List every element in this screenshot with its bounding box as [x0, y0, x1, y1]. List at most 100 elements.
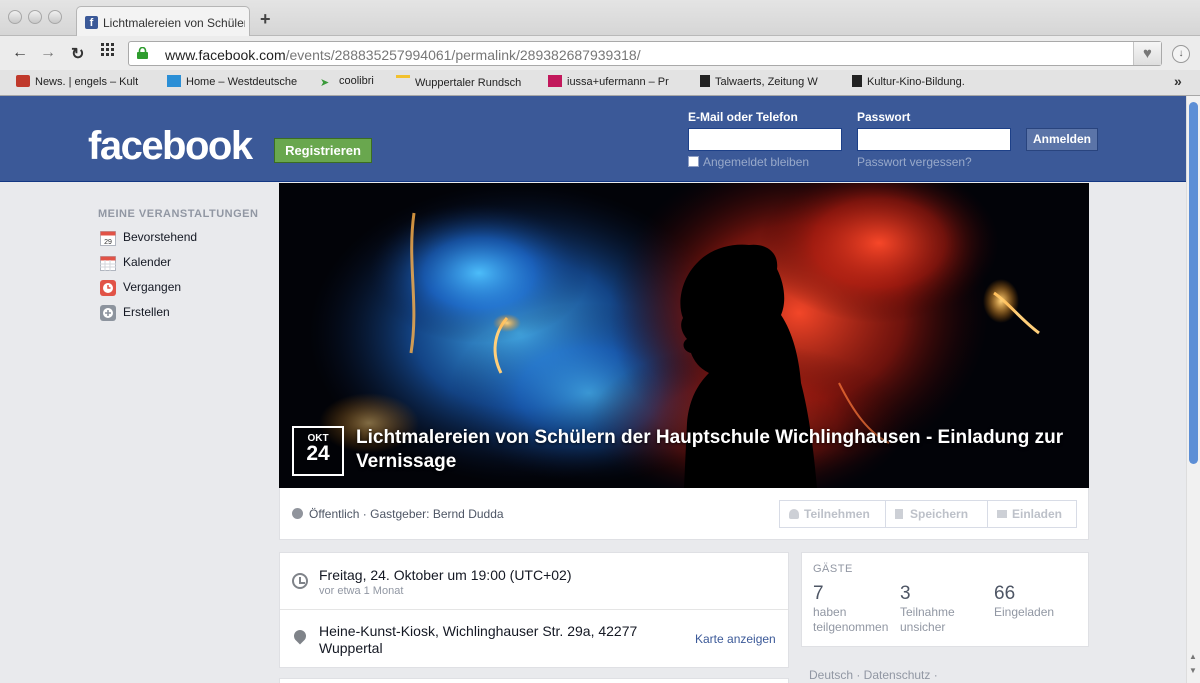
heart-icon[interactable]: ♥ [1133, 42, 1161, 65]
plus-icon [100, 305, 116, 321]
event-privacy-host: Öffentlich · Gastgeber: Bernd Dudda [292, 507, 504, 521]
nav-item-calendar[interactable]: Kalender [98, 254, 268, 279]
remember-me-checkbox[interactable]: Angemeldet bleiben [688, 155, 809, 169]
scroll-up-arrow-icon[interactable]: ▲ [1189, 652, 1197, 661]
guest-label: Eingeladen [994, 605, 1055, 619]
nav-item-past[interactable]: Vergangen [98, 279, 268, 304]
guests-header: GÄSTE [813, 563, 853, 575]
guest-stat-attended[interactable]: 7 haben teilgenommen [813, 583, 893, 635]
facebook-favicon-icon: f [85, 16, 98, 29]
privacy-text: Öffentlich · Gastgeber: Bernd Dudda [309, 507, 504, 521]
nav-item-upcoming[interactable]: 29 Bevorstehend [98, 229, 268, 254]
bookmark-item[interactable]: Wuppertaler Rundsch [396, 75, 521, 89]
forgot-password-link[interactable]: Passwort vergessen? [857, 155, 972, 169]
event-datetime: Freitag, 24. Oktober um 19:00 (UTC+02) [319, 567, 572, 583]
event-day: 24 [306, 442, 330, 465]
bookmark-item[interactable]: Home – Westdeutsche [167, 75, 297, 88]
zoom-window-button[interactable] [48, 10, 62, 24]
svg-text:29: 29 [104, 239, 112, 246]
nav-item-create[interactable]: Erstellen [98, 304, 268, 329]
guest-stat-maybe[interactable]: 3 Teilnahme unsicher [900, 583, 980, 635]
event-datetime-relative: vor etwa 1 Monat [319, 585, 404, 597]
checkbox-icon[interactable] [688, 156, 699, 167]
reload-icon[interactable]: ↻ [71, 44, 84, 64]
envelope-icon [997, 510, 1007, 518]
register-button[interactable]: Registrieren [274, 138, 372, 163]
globe-icon [292, 508, 303, 519]
bookmark-label: coolibri [339, 75, 374, 87]
left-navigation: MEINE VERANSTALTUNGEN 29 Bevorstehend Ka… [98, 208, 268, 329]
bookmark-label: Talwaerts, Zeitung W [715, 76, 818, 88]
tab-title: Lichtmalereien von Schülern [103, 16, 245, 30]
clock-icon [292, 573, 308, 589]
footer-links[interactable]: Deutsch · Datenschutz · [809, 668, 938, 682]
bookmark-label: Kultur-Kino-Bildung. [867, 76, 965, 88]
facebook-logo[interactable]: facebook [88, 124, 253, 169]
nav-header: MEINE VERANSTALTUNGEN [98, 208, 259, 220]
bookmark-item[interactable]: News. | engels – Kult [16, 75, 138, 88]
guest-label: haben teilgenommen [813, 605, 889, 634]
bookmark-item[interactable]: Kultur-Kino-Bildung. [852, 75, 965, 88]
close-window-button[interactable] [8, 10, 22, 24]
save-label: Speichern [910, 507, 969, 521]
event-cover-photo[interactable]: OKT 24 Lichtmalereien von Schülern der H… [279, 183, 1089, 488]
navigation-bar: ← → ↻ www.facebook.com/events/2888352579… [0, 36, 1200, 70]
document-icon [700, 75, 710, 87]
vertical-scrollbar[interactable]: ▲ ▼ [1186, 96, 1200, 683]
save-button[interactable]: Speichern [885, 500, 988, 528]
show-map-link[interactable]: Karte anzeigen [695, 632, 776, 646]
bookmark-label: iussa+ufermann – Pr [567, 76, 669, 88]
password-label: Passwort [857, 110, 911, 124]
tab-bar: f Lichtmalereien von Schülern + [0, 0, 1200, 37]
scrollbar-thumb[interactable] [1189, 102, 1198, 464]
guests-card: GÄSTE 7 haben teilgenommen 3 Teilnahme u… [801, 552, 1089, 647]
event-actions-bar: Öffentlich · Gastgeber: Bernd Dudda Teil… [279, 488, 1089, 540]
url-bar[interactable]: www.facebook.com/events/288835257994061/… [128, 41, 1162, 66]
event-location[interactable]: Heine-Kunst-Kiosk, Wichlinghauser Str. 2… [319, 623, 669, 657]
minimize-window-button[interactable] [28, 10, 42, 24]
new-tab-plus-icon[interactable]: + [260, 9, 271, 30]
join-button[interactable]: Teilnehmen [779, 500, 886, 528]
join-label: Teilnehmen [804, 507, 870, 521]
event-title[interactable]: Lichtmalereien von Schülern der Hauptsch… [356, 426, 1076, 474]
password-field[interactable] [857, 128, 1011, 151]
invite-button[interactable]: Einladen [987, 500, 1077, 528]
invite-label: Einladen [1012, 507, 1063, 521]
calendar-icon [100, 256, 116, 271]
download-icon[interactable]: ↓ [1172, 45, 1190, 63]
nav-item-label: Erstellen [123, 305, 170, 319]
rundschau-icon [396, 75, 410, 78]
facebook-header: facebook Registrieren E-Mail oder Telefo… [0, 96, 1186, 182]
guest-label: Teilnahme unsicher [900, 605, 955, 634]
clock-icon [100, 280, 116, 296]
next-card-edge [279, 678, 789, 683]
calendar-day-icon: 29 [100, 231, 116, 246]
bookmark-item[interactable]: ➤ coolibri [320, 75, 374, 89]
url-path: /events/288835257994061/permalink/289382… [285, 47, 641, 63]
bookmark-icon [895, 509, 903, 519]
lock-icon [137, 47, 148, 59]
url-host: www.facebook.com [165, 47, 286, 63]
bookmark-label: Wuppertaler Rundsch [415, 77, 522, 89]
event-time-row: Freitag, 24. Oktober um 19:00 (UTC+02) v… [280, 553, 788, 610]
bookmark-item[interactable]: Talwaerts, Zeitung W [700, 75, 818, 88]
person-icon [789, 509, 799, 519]
back-arrow-icon[interactable]: ← [12, 44, 28, 62]
email-field[interactable] [688, 128, 842, 151]
email-label: E-Mail oder Telefon [688, 110, 798, 124]
forward-arrow-icon[interactable]: → [40, 44, 56, 62]
browser-tab[interactable]: f Lichtmalereien von Schülern [76, 6, 250, 37]
guest-count: 7 [813, 583, 824, 604]
guest-stat-invited[interactable]: 66 Eingeladen [994, 583, 1074, 620]
more-bookmarks-chevron-icon[interactable]: » [1174, 73, 1182, 89]
nav-item-label: Kalender [123, 255, 172, 269]
coolibri-icon: ➤ [320, 77, 330, 89]
remember-me-label: Angemeldet bleiben [703, 155, 810, 169]
bookmark-item[interactable]: iussa+ufermann – Pr [548, 75, 669, 88]
scroll-down-arrow-icon[interactable]: ▼ [1189, 666, 1197, 675]
nav-item-label: Bevorstehend [123, 230, 198, 244]
apps-grid-icon[interactable] [101, 43, 115, 62]
login-button[interactable]: Anmelden [1026, 128, 1098, 151]
event-date-box: OKT 24 [292, 426, 344, 476]
browser-chrome: f Lichtmalereien von Schülern + ← → ↻ ww… [0, 0, 1200, 96]
